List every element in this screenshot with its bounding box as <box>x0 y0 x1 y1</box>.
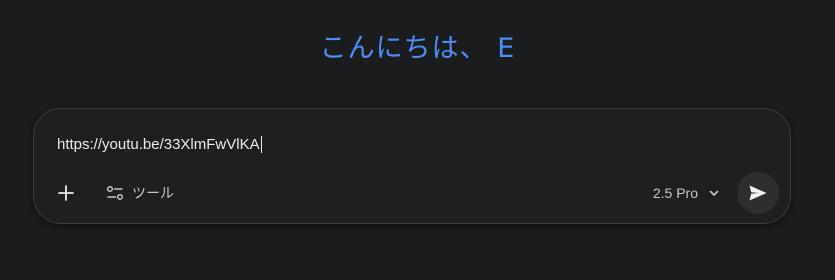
plus-icon <box>58 185 74 201</box>
add-attachment-button[interactable] <box>52 179 80 207</box>
page: こんにちは、 E https://youtu.be/33XlmFwVlKA ツー… <box>0 0 835 280</box>
model-label: 2.5 Pro <box>652 185 698 201</box>
tune-icon <box>106 185 124 201</box>
send-icon <box>749 185 767 201</box>
greeting-title: こんにちは、 E <box>319 33 516 64</box>
model-selector[interactable]: 2.5 Pro <box>653 181 720 205</box>
prompt-input[interactable]: https://youtu.be/33XlmFwVlKA <box>57 133 766 155</box>
tools-label: ツール <box>132 186 174 202</box>
text-caret <box>260 135 262 153</box>
prompt-composer: https://youtu.be/33XlmFwVlKA ツール 2.5 Pro <box>33 108 791 224</box>
prompt-input-value[interactable]: https://youtu.be/33XlmFwVlKA <box>57 136 260 153</box>
tools-button[interactable]: ツール <box>102 181 178 205</box>
chevron-down-icon <box>709 190 719 196</box>
send-button[interactable] <box>737 172 779 214</box>
